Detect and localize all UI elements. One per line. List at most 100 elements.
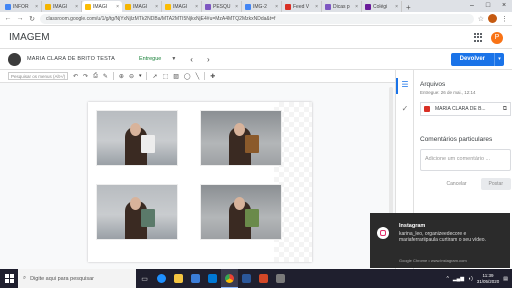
browser-tab[interactable]: IMAGI × (162, 1, 202, 12)
close-tab-icon[interactable]: × (195, 4, 198, 10)
windows-start-icon[interactable] (0, 269, 18, 288)
student-dropdown-icon[interactable]: ▼ (171, 56, 176, 62)
powerpoint-icon[interactable] (255, 269, 272, 288)
zoom-dropdown-icon[interactable]: ▾ (139, 73, 142, 79)
browser-tab[interactable]: IMAGI × (42, 1, 82, 12)
network-icon[interactable]: ▂▄▆ (453, 276, 464, 282)
select-box-icon[interactable]: ⬚ (163, 73, 169, 80)
reload-icon[interactable]: ↻ (28, 15, 36, 23)
redo-icon[interactable]: ↷ (83, 73, 88, 80)
chrome-taskbar-icon[interactable] (221, 269, 238, 288)
account-avatar[interactable]: P (491, 31, 503, 44)
instagram-notification[interactable]: Instagram karina_leo, organizeedecore e … (370, 213, 510, 268)
submitted-photo[interactable] (96, 184, 178, 240)
apps-grid-icon[interactable] (474, 33, 483, 42)
tab-label: IMAGI (93, 3, 108, 10)
attached-file-card[interactable]: MARIA CLARA DE B... ⧉ (420, 102, 511, 116)
comment-add-icon[interactable]: ✚ (210, 73, 215, 80)
cancel-button[interactable]: Cancelar (441, 178, 473, 190)
shape-icon[interactable]: ◯ (184, 73, 191, 80)
open-in-new-icon[interactable]: ⧉ (503, 106, 507, 113)
chrome-menu-icon[interactable]: ⋮ (501, 15, 508, 23)
task-view-icon[interactable]: ▭ (136, 269, 153, 288)
submitted-photo[interactable] (200, 184, 282, 240)
tab-label: IMAGI (53, 3, 68, 10)
return-options-chevron-icon[interactable]: ▾ (494, 52, 504, 66)
submitted-photo[interactable] (96, 110, 178, 166)
minimize-icon[interactable]: – (464, 0, 480, 12)
browser-tab[interactable]: IMAGI × (82, 1, 122, 12)
browser-tab[interactable]: INFOR × (2, 1, 42, 12)
taskbar-search-box[interactable]: ⌕ Digite aqui para pesquisar (18, 269, 136, 288)
tab-favicon-icon (125, 3, 131, 10)
close-tab-icon[interactable]: × (75, 4, 78, 10)
windows-taskbar: ⌕ Digite aqui para pesquisar ▭ ^ ▂▄▆ ◖) … (0, 269, 512, 288)
browser-tab[interactable]: Dicas p × (322, 1, 362, 12)
tab-label: Feed V (293, 3, 310, 10)
next-student-icon[interactable]: › (207, 55, 210, 64)
browser-tab[interactable]: IMG-2 × (242, 1, 282, 12)
return-button[interactable]: Devolver (450, 52, 494, 66)
student-name[interactable]: MARIA CLARA DE BRITO TESTA (27, 56, 139, 62)
files-heading: Arquivos (420, 81, 446, 88)
close-tab-icon[interactable]: × (315, 4, 318, 10)
bookmark-star-icon[interactable]: ☆ (478, 15, 484, 23)
attached-file-name[interactable]: MARIA CLARA DE B... (435, 106, 498, 112)
url-field[interactable]: classroom.google.com/u/1/g/tg/NjYxNjIzMT… (40, 13, 474, 24)
close-tab-icon[interactable]: × (275, 4, 278, 10)
maximize-icon[interactable]: □ (480, 0, 496, 12)
store-icon[interactable] (187, 269, 204, 288)
student-avatar (8, 52, 21, 66)
notifications-icon[interactable]: ▤ (503, 276, 508, 282)
close-tab-icon[interactable]: × (235, 4, 238, 10)
zoom-out-icon[interactable]: ⊖ (129, 73, 134, 80)
close-tab-icon[interactable]: × (35, 4, 38, 10)
submission-status: Entregue (139, 56, 162, 62)
select-pointer-icon[interactable]: ➚ (152, 73, 157, 80)
word-icon[interactable] (238, 269, 255, 288)
forward-icon[interactable]: → (16, 15, 24, 22)
taskbar-search-placeholder: Digite aqui para pesquisar (30, 275, 94, 282)
files-list-icon[interactable]: ☰ (400, 80, 410, 90)
mail-icon[interactable] (204, 269, 221, 288)
image-icon[interactable]: ▨ (173, 73, 179, 80)
close-window-icon[interactable]: × (496, 0, 512, 12)
undo-icon[interactable]: ↶ (73, 73, 78, 80)
private-comment-input[interactable]: Adicione um comentário ... (420, 149, 511, 171)
line-icon[interactable]: ╲ (196, 73, 200, 80)
tab-label: IMG-2 (253, 3, 267, 10)
browser-tab-strip: INFOR × IMAGI × IMAGI × IMAGI × IMAGI × PESQU × IMG-… (0, 0, 512, 12)
browser-tab[interactable]: IMAGI × (122, 1, 162, 12)
new-tab-icon[interactable]: + (402, 3, 415, 12)
volume-icon[interactable]: ◖) (468, 276, 473, 282)
tray-chevron-icon[interactable]: ^ (446, 276, 448, 282)
taskbar-clock[interactable]: 11:39 31/05/2020 (477, 273, 500, 285)
notification-title: Instagram (399, 223, 426, 229)
browser-tab[interactable]: Feed V × (282, 1, 322, 12)
rubric-icon[interactable]: ✓ (400, 104, 410, 114)
post-button[interactable]: Postar (480, 178, 511, 190)
photos-icon[interactable] (272, 269, 289, 288)
close-tab-icon[interactable]: × (395, 4, 398, 10)
photo-part (130, 123, 141, 136)
close-tab-icon[interactable]: × (155, 4, 158, 10)
chrome-profile-avatar[interactable] (488, 14, 497, 23)
browser-tab[interactable]: Colégi × (362, 1, 402, 12)
back-icon[interactable]: ← (4, 15, 12, 22)
paint-format-icon[interactable]: ✎ (103, 73, 108, 80)
submitted-photo[interactable] (200, 110, 282, 166)
toolbar-divider (204, 72, 206, 80)
close-tab-icon[interactable]: × (355, 4, 358, 10)
zoom-in-icon[interactable]: ⊕ (119, 73, 124, 80)
tab-label: IMAGI (133, 3, 148, 10)
browser-tab[interactable]: PESQU × (202, 1, 242, 12)
menu-search-input[interactable]: Pesquisar os menus (Alt+/) (8, 72, 68, 80)
print-icon[interactable]: ⎙ (93, 73, 98, 80)
tab-favicon-icon (165, 3, 171, 10)
window-controls: – □ × (464, 0, 512, 12)
previous-student-icon[interactable]: ‹ (190, 55, 193, 64)
file-explorer-icon[interactable] (170, 269, 187, 288)
close-tab-icon[interactable]: × (116, 4, 119, 10)
edge-icon[interactable] (153, 269, 170, 288)
photo-part (130, 197, 141, 210)
